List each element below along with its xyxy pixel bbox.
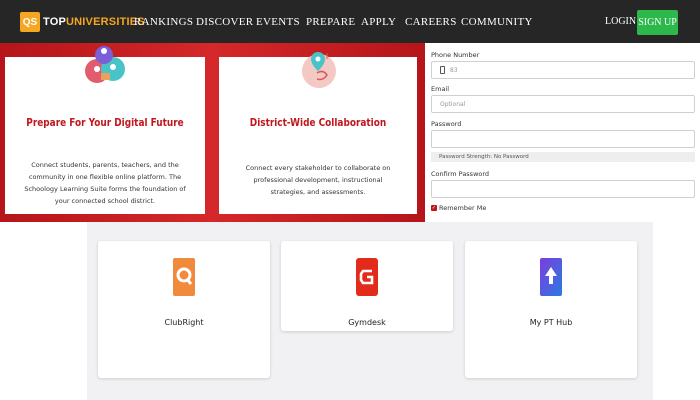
logo-wordmark: TOPUNIVERSITIES (43, 16, 145, 28)
nav-item-discover[interactable]: DISCOVER (196, 16, 253, 28)
phone-number-label: Phone Number (431, 51, 480, 59)
app-name: My PT Hub (529, 318, 573, 327)
nav-item-events[interactable]: EVENTS (256, 16, 300, 28)
nav-item-rankings[interactable]: RANKINGS (134, 16, 193, 28)
confirm-password-label: Confirm Password (431, 170, 490, 178)
app-card-gymdesk[interactable]: Gymdesk (281, 241, 453, 331)
location-pin-icon (302, 52, 336, 88)
app-card-my-pt-hub[interactable]: My PT Hub (465, 241, 637, 378)
card-title: District-Wide Collaboration (249, 117, 387, 129)
feature-card-digital-future: Prepare For Your Digital Future Connect … (5, 46, 205, 214)
app-card-clubright[interactable]: ClubRight (98, 241, 270, 378)
confirm-password-input[interactable] (431, 180, 695, 198)
gymdesk-logo-icon (356, 258, 378, 296)
card-description: Connect students, parents, teachers, and… (24, 161, 186, 205)
password-strength-indicator: Password Strength: No Password (431, 152, 695, 162)
checkbox-checked-icon: ✓ (431, 205, 437, 211)
app-name: Gymdesk (348, 318, 386, 327)
nav-item-careers[interactable]: CAREERS (405, 16, 457, 28)
app-name: ClubRight (164, 318, 204, 327)
qs-logo-icon: QS (20, 12, 40, 32)
card-description: Connect every stakeholder to collaborate… (245, 164, 391, 196)
card-title: Prepare For Your Digital Future (26, 117, 184, 129)
signup-button[interactable]: SIGN UP (637, 10, 678, 35)
password-input[interactable] (431, 130, 695, 148)
feature-card-district-collaboration: District-Wide Collaboration Connect ever… (219, 52, 417, 214)
people-network-icon (85, 46, 125, 83)
nav-item-community[interactable]: COMMUNITY (461, 16, 533, 28)
top-navigation-bar: QS TOPUNIVERSITIES RANKINGS DISCOVER EVE… (0, 0, 700, 43)
nav-item-apply[interactable]: APPLY (361, 16, 396, 28)
password-label: Password (431, 120, 462, 128)
phone-icon (440, 66, 445, 74)
phone-number-input[interactable]: 83 (431, 61, 695, 79)
topuniversities-logo[interactable]: QS TOPUNIVERSITIES (20, 12, 145, 32)
nav-item-prepare[interactable]: PREPARE (306, 16, 355, 28)
email-input[interactable]: Optional (431, 95, 695, 113)
clubright-logo-icon (173, 258, 195, 296)
login-link[interactable]: LOGIN (605, 16, 636, 27)
my-pt-hub-logo-icon (540, 258, 562, 296)
remember-me-checkbox[interactable]: ✓ Remember Me (431, 204, 486, 212)
email-label: Email (431, 85, 450, 93)
signup-form: Phone Number 83 Email Optional Password … (425, 43, 700, 223)
